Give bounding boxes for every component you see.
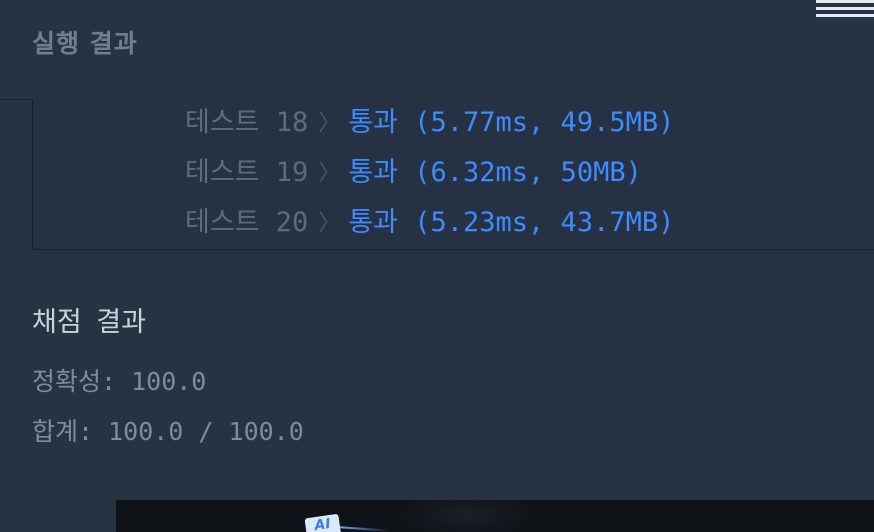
accuracy-score: 정확성: 100.0 <box>32 367 207 396</box>
page-title: 실행 결과 <box>32 29 138 58</box>
total-score: 합계: 100.0 / 100.0 <box>32 417 304 446</box>
ai-badge-icon: AI <box>304 513 342 532</box>
test-result-row: 테스트 18 〉 통과 (5.77ms, 49.5MB) <box>185 103 674 143</box>
preview-glow <box>396 500 536 532</box>
test-result-text: 통과 (5.23ms, 43.7MB) <box>348 207 675 238</box>
test-number: 18 <box>275 107 309 138</box>
test-number: 19 <box>275 157 309 188</box>
test-result-text: 통과 (6.32ms, 50MB) <box>348 157 642 188</box>
test-label: 테스트 <box>185 157 260 188</box>
test-result-row: 테스트 19 〉 통과 (6.32ms, 50MB) <box>185 153 642 193</box>
chevron-right-icon: 〉 <box>318 211 341 236</box>
test-label: 테스트 <box>185 107 260 138</box>
test-label: 테스트 <box>185 207 260 238</box>
test-result-row: 테스트 20 〉 통과 (5.23ms, 43.7MB) <box>185 203 674 243</box>
chevron-right-icon: 〉 <box>318 111 341 136</box>
test-number: 20 <box>275 207 309 238</box>
hamburger-menu-icon[interactable] <box>816 0 874 18</box>
test-result-text: 통과 (5.77ms, 49.5MB) <box>348 107 675 138</box>
result-header: 실행 결과 <box>0 0 874 100</box>
score-section-title: 채점 결과 <box>32 307 146 338</box>
chevron-right-icon: 〉 <box>318 161 341 186</box>
app-root: 실행 결과 테스트 18 〉 통과 (5.77ms, 49.5MB) 테스트 19 〉… <box>0 0 874 532</box>
test-results-panel[interactable]: 테스트 18 〉 통과 (5.77ms, 49.5MB) 테스트 19 〉 통과 (6.… <box>32 99 874 250</box>
ai-streak-decoration <box>339 526 391 532</box>
preview-banner[interactable]: AI <box>116 500 874 532</box>
